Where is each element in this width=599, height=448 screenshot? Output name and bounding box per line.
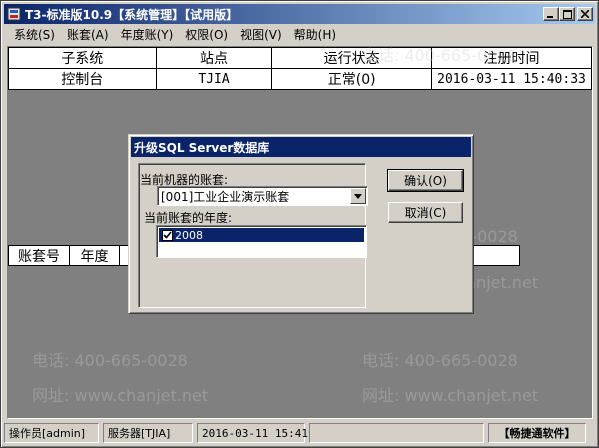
header-account-no[interactable]: 账套号 [9, 246, 70, 265]
cell-register-time: 2016-03-11 15:40:33 [431, 68, 592, 90]
subsystem-table: 子系统 站点 运行状态 注册时间 控制台 TJIA 正常(0) 2016-03-… [8, 47, 592, 90]
header-register-time[interactable]: 注册时间 [431, 47, 592, 69]
status-spacer [309, 423, 484, 443]
year-item-label: 2008 [175, 228, 203, 242]
app-icon [6, 6, 22, 22]
menu-year-account[interactable]: 年度账(Y) [115, 26, 180, 43]
confirm-button[interactable]: 确认(O) [387, 169, 464, 192]
year-label: 当前账套的年度: [144, 211, 233, 225]
dialog-title[interactable]: 升级SQL Server数据库 [131, 137, 471, 157]
header-subsystem[interactable]: 子系统 [8, 47, 157, 69]
account-combo[interactable]: [001]工业企业演示账套 [157, 186, 368, 206]
upgrade-sql-dialog: 升级SQL Server数据库 当前机器的账套: [001]工业企业演示账套 当… [128, 134, 474, 314]
maximize-button[interactable] [559, 7, 575, 21]
watermark-phone: 电话: 400-665-0028 [32, 351, 188, 370]
menu-system[interactable]: 系统(S) [8, 26, 61, 43]
year-listbox[interactable]: 2008 [156, 225, 367, 258]
year-checkbox[interactable] [162, 229, 173, 241]
menu-permission[interactable]: 权限(O) [179, 26, 234, 43]
watermark-phone: 电话: 400-665-0028 [362, 351, 518, 370]
watermark-web: 网址: www.chanjet.net [32, 386, 209, 405]
close-button[interactable] [577, 7, 593, 21]
minimize-icon [547, 16, 553, 18]
status-brand: 【畅捷通软件】 [488, 423, 586, 443]
header-year[interactable]: 年度 [70, 246, 120, 265]
header-site[interactable]: 站点 [155, 47, 273, 69]
menu-account[interactable]: 账套(A) [61, 26, 115, 43]
checkmark-icon [163, 231, 172, 239]
window-title: T3-标准版10.9【系统管理】【试用版】 [25, 7, 239, 22]
minimize-button[interactable] [543, 7, 559, 21]
cell-site: TJIA [155, 68, 273, 90]
status-bar: 操作员[admin] 服务器[TJIA] 2016-03-11 15:41 【畅… [4, 423, 595, 443]
main-window: T3-标准版10.9【系统管理】【试用版】 系统(S) 账套(A) 年度账(Y)… [0, 0, 599, 448]
menu-view[interactable]: 视图(V) [234, 26, 288, 43]
watermark-web: 网址: www.chanjet.net [362, 386, 539, 405]
status-datetime: 2016-03-11 15:41 [197, 423, 308, 443]
maximize-icon [562, 9, 572, 19]
list-item[interactable]: 2008 [159, 228, 364, 242]
title-bar[interactable]: T3-标准版10.9【系统管理】【试用版】 [4, 4, 595, 24]
header-run-status[interactable]: 运行状态 [271, 47, 432, 69]
account-combo-value: [001]工业企业演示账套 [161, 189, 290, 204]
cell-run-status: 正常(0) [271, 68, 432, 90]
caption-buttons [543, 7, 593, 21]
menu-help[interactable]: 帮助(H) [288, 26, 342, 43]
cancel-button[interactable]: 取消(C) [388, 202, 463, 223]
cell-subsystem: 控制台 [8, 68, 157, 90]
table-row[interactable]: 控制台 TJIA 正常(0) 2016-03-11 15:40:33 [8, 68, 592, 90]
combo-dropdown-button[interactable] [350, 188, 366, 204]
table-header-row: 子系统 站点 运行状态 注册时间 [8, 47, 592, 69]
menu-bar: 系统(S) 账套(A) 年度账(Y) 权限(O) 视图(V) 帮助(H) [4, 25, 595, 44]
close-icon [581, 10, 589, 18]
chevron-down-icon [354, 193, 362, 199]
status-operator: 操作员[admin] [4, 423, 99, 443]
status-server: 服务器[TJIA] [103, 423, 193, 443]
